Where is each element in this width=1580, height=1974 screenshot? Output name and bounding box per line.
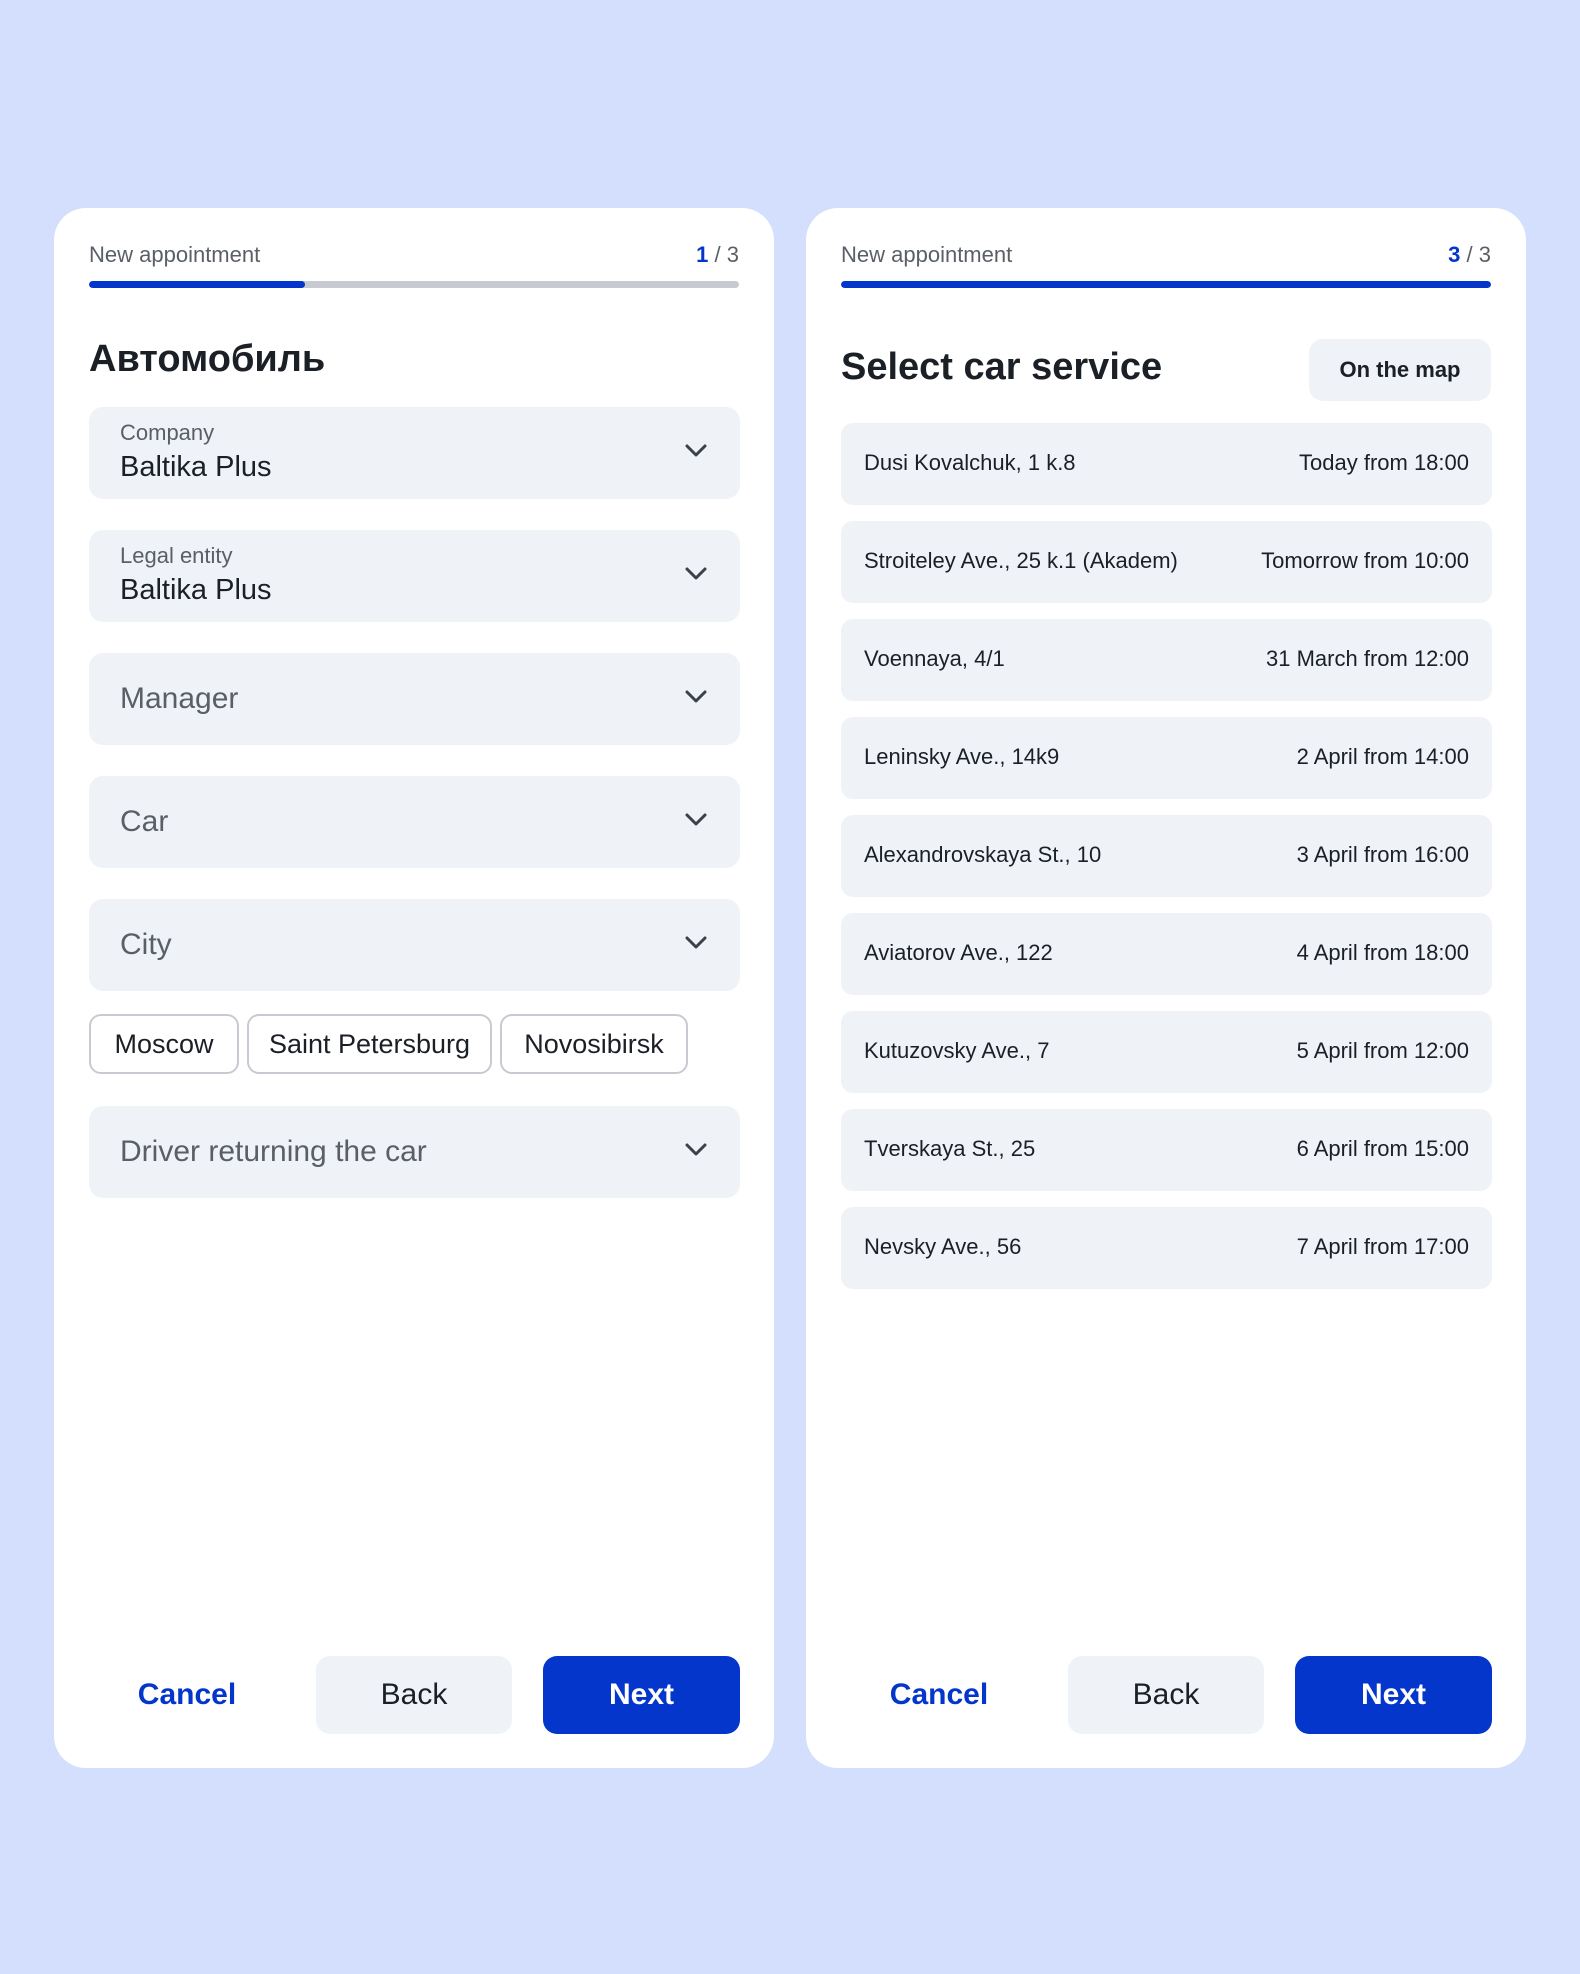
header-title: New appointment xyxy=(841,242,1013,267)
manager-select[interactable]: Manager xyxy=(89,653,740,745)
legal-entity-value: Baltika Plus xyxy=(120,574,272,606)
manager-placeholder: Manager xyxy=(120,682,239,715)
company-value: Baltika Plus xyxy=(120,451,272,483)
legal-entity-label: Legal entity xyxy=(120,543,233,568)
service-time: Tomorrow from 10:00 xyxy=(1261,548,1469,573)
city-placeholder: City xyxy=(120,928,172,961)
progress-fill xyxy=(841,281,1491,288)
chevron-down-icon xyxy=(685,444,707,457)
service-list-item[interactable]: Stroiteley Ave., 25 k.1 (Akadem) Tomorrow… xyxy=(841,521,1492,603)
service-address: Dusi Kovalchuk, 1 k.8 xyxy=(864,450,1076,475)
service-list-item[interactable]: Nevsky Ave., 56 7 April from 17:00 xyxy=(841,1207,1492,1289)
driver-select[interactable]: Driver returning the car xyxy=(89,1106,740,1198)
chevron-down-icon xyxy=(685,936,707,949)
service-address: Nevsky Ave., 56 xyxy=(864,1234,1022,1259)
appointment-step-1-card: New appointment 1 / 3 Автомобиль Company… xyxy=(54,208,774,1768)
next-button[interactable]: Next xyxy=(1295,1656,1492,1734)
step-current: 1 xyxy=(696,242,709,267)
service-time: Today from 18:00 xyxy=(1299,450,1469,475)
cancel-button[interactable]: Cancel xyxy=(89,1656,285,1734)
service-address: Stroiteley Ave., 25 k.1 (Akadem) xyxy=(864,548,1178,573)
service-address: Tverskaya St., 25 xyxy=(864,1136,1036,1161)
chevron-down-icon xyxy=(685,690,707,703)
header-title: New appointment xyxy=(89,242,261,267)
service-list-item[interactable]: Voennaya, 4/1 31 March from 12:00 xyxy=(841,619,1492,701)
car-placeholder: Car xyxy=(120,805,169,838)
appointment-step-3-card: New appointment 3 / 3 Select car service… xyxy=(806,208,1526,1768)
card-header: New appointment 1 / 3 xyxy=(89,234,739,274)
next-button[interactable]: Next xyxy=(543,1656,740,1734)
car-select[interactable]: Car xyxy=(89,776,740,868)
back-button[interactable]: Back xyxy=(1068,1656,1264,1734)
service-address: Voennaya, 4/1 xyxy=(864,646,1005,671)
service-time: 6 April from 15:00 xyxy=(1296,1136,1469,1161)
service-list-item[interactable]: Aviatorov Ave., 122 4 April from 18:00 xyxy=(841,913,1492,995)
service-address: Aviatorov Ave., 122 xyxy=(864,940,1053,965)
city-chip-saint-petersburg[interactable]: Saint Petersburg xyxy=(247,1014,492,1074)
chevron-down-icon xyxy=(685,813,707,826)
section-heading: Select car service xyxy=(841,346,1163,388)
step-indicator: 3 / 3 xyxy=(1448,242,1491,268)
service-list-item[interactable]: Dusi Kovalchuk, 1 k.8 Today from 18:00 xyxy=(841,423,1492,505)
legal-entity-select[interactable]: Legal entity Baltika Plus xyxy=(89,530,740,622)
service-time: 3 April from 16:00 xyxy=(1296,842,1469,867)
city-chip-novosibirsk[interactable]: Novosibirsk xyxy=(500,1014,688,1074)
progress-bar xyxy=(841,281,1491,288)
service-address: Alexandrovskaya St., 10 xyxy=(864,842,1102,867)
service-time: 2 April from 14:00 xyxy=(1296,744,1469,769)
service-time: 7 April from 17:00 xyxy=(1296,1234,1469,1259)
service-list-item[interactable]: Kutuzovsky Ave., 7 5 April from 12:00 xyxy=(841,1011,1492,1093)
step-indicator: 1 / 3 xyxy=(696,242,739,268)
city-select[interactable]: City xyxy=(89,899,740,991)
company-select[interactable]: Company Baltika Plus xyxy=(89,407,740,499)
service-time: 31 March from 12:00 xyxy=(1266,646,1469,671)
on-the-map-button[interactable]: On the map xyxy=(1309,339,1491,401)
back-button[interactable]: Back xyxy=(316,1656,512,1734)
company-label: Company xyxy=(120,420,215,445)
progress-bar xyxy=(89,281,739,288)
cancel-button[interactable]: Cancel xyxy=(841,1656,1037,1734)
service-address: Kutuzovsky Ave., 7 xyxy=(864,1038,1050,1063)
service-list-item[interactable]: Leninsky Ave., 14k9 2 April from 14:00 xyxy=(841,717,1492,799)
chevron-down-icon xyxy=(685,1143,707,1156)
service-list-item[interactable]: Tverskaya St., 25 6 April from 15:00 xyxy=(841,1109,1492,1191)
service-time: 5 April from 12:00 xyxy=(1296,1038,1469,1063)
card-header: New appointment 3 / 3 xyxy=(841,234,1491,274)
service-list-item[interactable]: Alexandrovskaya St., 10 3 April from 16:0… xyxy=(841,815,1492,897)
step-total: / 3 xyxy=(714,242,739,267)
step-total: / 3 xyxy=(1466,242,1491,267)
driver-placeholder: Driver returning the car xyxy=(120,1135,427,1168)
service-address: Leninsky Ave., 14k9 xyxy=(864,744,1060,769)
service-time: 4 April from 18:00 xyxy=(1296,940,1469,965)
chevron-down-icon xyxy=(685,567,707,580)
section-heading: Автомобиль xyxy=(89,338,326,380)
progress-fill xyxy=(89,281,306,288)
step-current: 3 xyxy=(1448,242,1461,267)
city-chip-moscow[interactable]: Moscow xyxy=(89,1014,239,1074)
